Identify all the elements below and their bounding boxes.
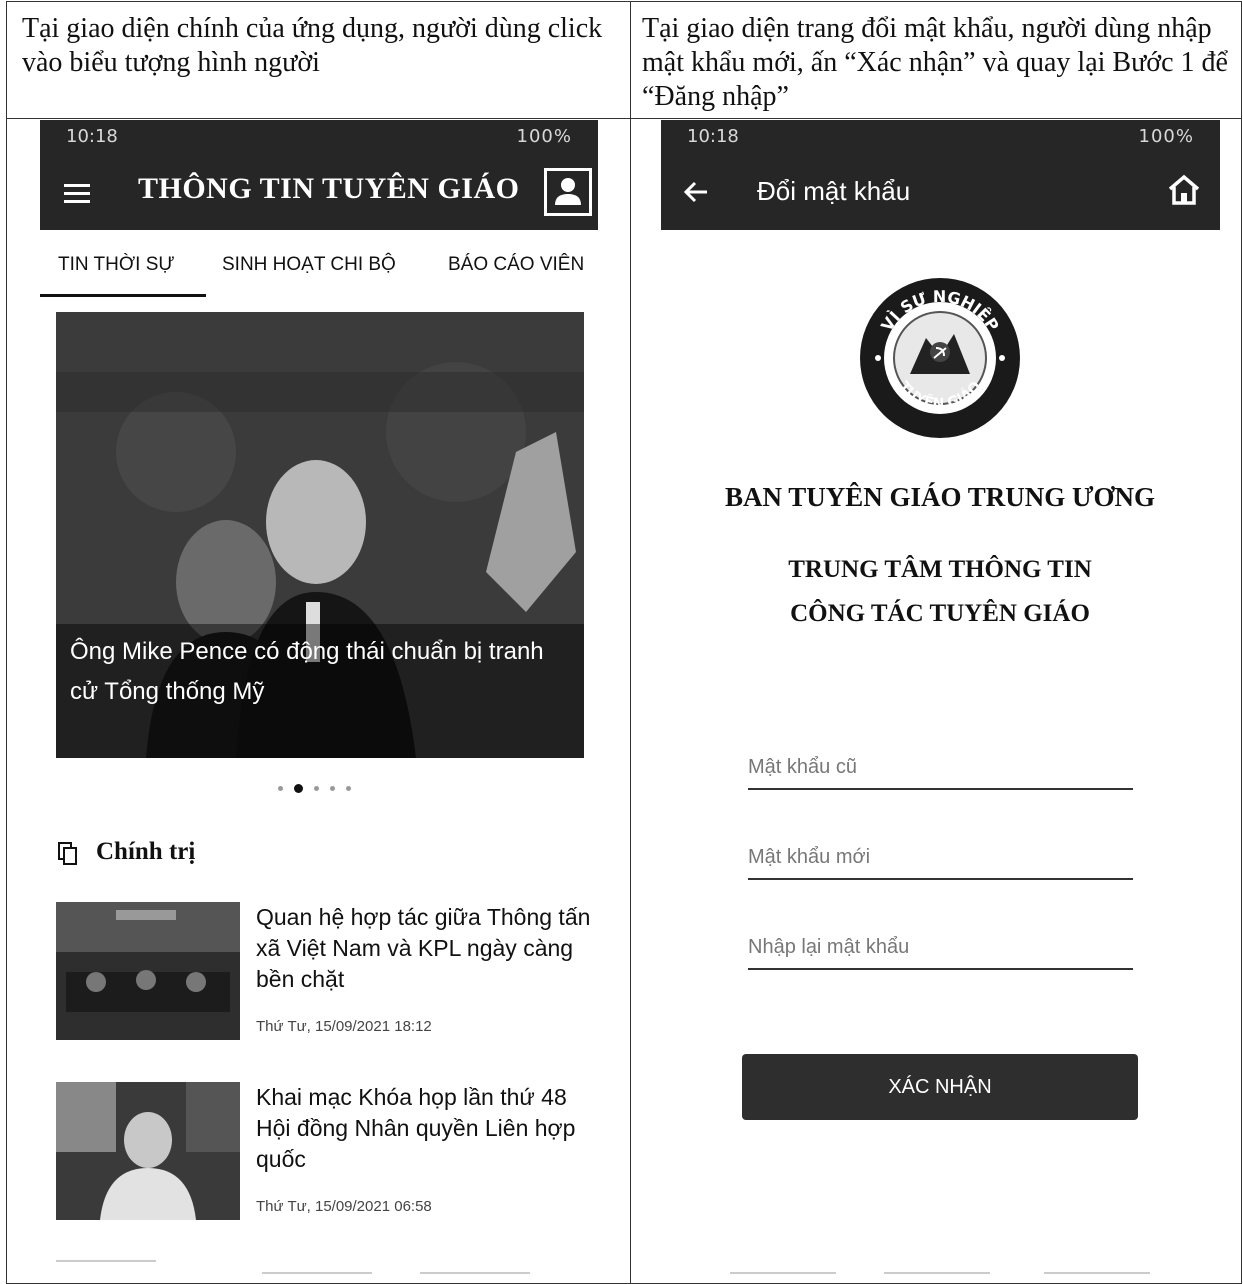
category-tabs: TIN THỜI SỰ SINH HOẠT CHI BỘ BÁO CÁO VIÊ…	[40, 254, 598, 298]
new-password-field[interactable]: Mật khẩu mới	[748, 842, 1133, 880]
left-status-bar: 10:18 100%	[40, 120, 598, 156]
app-title: THÔNG TIN TUYÊN GIÁO	[138, 172, 520, 205]
table-column-divider	[630, 1, 631, 1284]
profile-button[interactable]	[544, 168, 592, 216]
status-time: 10:18	[687, 126, 739, 147]
confirm-button[interactable]: XÁC NHẬN	[742, 1054, 1138, 1120]
divider	[884, 1272, 990, 1274]
divider	[730, 1272, 836, 1274]
news-thumbnail	[56, 1082, 240, 1220]
table-row-divider	[6, 118, 1242, 119]
carousel-dot[interactable]	[330, 786, 335, 791]
copy-icon	[58, 842, 77, 865]
active-tab-indicator	[40, 294, 206, 297]
hero-caption: Ông Mike Pence có động thái chuẩn bị tra…	[56, 624, 584, 758]
right-status-bar: 10:18 100%	[661, 120, 1220, 156]
tab-tin-thoi-su[interactable]: TIN THỜI SỰ	[58, 254, 175, 276]
right-app-bar: Đổi mật khẩu	[661, 156, 1220, 230]
right-caption: Tại giao diện trang đổi mật khẩu, người …	[642, 13, 1228, 112]
news-title[interactable]: Khai mạc Khóa họp lần thứ 48 Hội đồng Nh…	[256, 1082, 596, 1175]
new-password-placeholder: Mật khẩu mới	[748, 846, 871, 868]
status-time: 10:18	[66, 126, 118, 147]
divider	[420, 1272, 530, 1274]
status-battery: 100%	[1138, 126, 1194, 147]
page-title: Đổi mật khẩu	[757, 176, 911, 206]
hero-carousel[interactable]: Ông Mike Pence có động thái chuẩn bị tra…	[56, 312, 584, 758]
section-title: Chính trị	[96, 838, 196, 865]
news-date: Thứ Tư, 15/09/2021 06:58	[256, 1198, 432, 1215]
news-title[interactable]: Quan hệ hợp tác giữa Thông tấn xã Việt N…	[256, 902, 596, 995]
org-subname-line1: TRUNG TÂM THÔNG TIN	[788, 556, 1092, 583]
confirm-password-placeholder: Nhập lại mật khẩu	[748, 936, 910, 958]
tab-sinh-hoat-chi-bo[interactable]: SINH HOẠT CHI BỘ	[222, 254, 396, 276]
left-caption: Tại giao diện chính của ứng dụng, người …	[22, 13, 603, 78]
old-password-placeholder: Mật khẩu cũ	[748, 756, 857, 778]
emblem-logo: VÌ SỰ NGHIỆP TUYÊN GIÁO	[860, 278, 1020, 438]
news-thumbnail	[56, 902, 240, 1040]
status-battery: 100%	[516, 126, 572, 147]
org-name: BAN TUYÊN GIÁO TRUNG ƯƠNG	[724, 482, 1156, 512]
org-subname-line2: CÔNG TÁC TUYÊN GIÁO	[790, 600, 1090, 627]
carousel-dot[interactable]	[346, 786, 351, 791]
menu-icon[interactable]	[64, 184, 90, 204]
divider	[262, 1272, 372, 1274]
back-arrow-icon[interactable]	[683, 178, 711, 206]
old-password-field[interactable]: Mật khẩu cũ	[748, 752, 1133, 790]
news-item[interactable]: Khai mạc Khóa họp lần thứ 48 Hội đồng Nh…	[56, 1082, 596, 1232]
confirm-password-field[interactable]: Nhập lại mật khẩu	[748, 932, 1133, 970]
carousel-dot-active[interactable]	[294, 784, 303, 793]
left-app-bar: THÔNG TIN TUYÊN GIÁO	[40, 156, 598, 230]
news-item[interactable]: Quan hệ hợp tác giữa Thông tấn xã Việt N…	[56, 902, 596, 1052]
hero-headline[interactable]: Ông Mike Pence có động thái chuẩn bị tra…	[70, 632, 570, 712]
news-date: Thứ Tư, 15/09/2021 18:12	[256, 1018, 432, 1035]
tab-bao-cao-vien[interactable]: BÁO CÁO VIÊN	[448, 254, 584, 276]
divider	[1044, 1272, 1150, 1274]
carousel-dot[interactable]	[314, 786, 319, 791]
person-icon	[555, 178, 581, 205]
divider	[56, 1260, 156, 1262]
home-icon[interactable]	[1166, 172, 1202, 208]
carousel-dot[interactable]	[278, 786, 283, 791]
